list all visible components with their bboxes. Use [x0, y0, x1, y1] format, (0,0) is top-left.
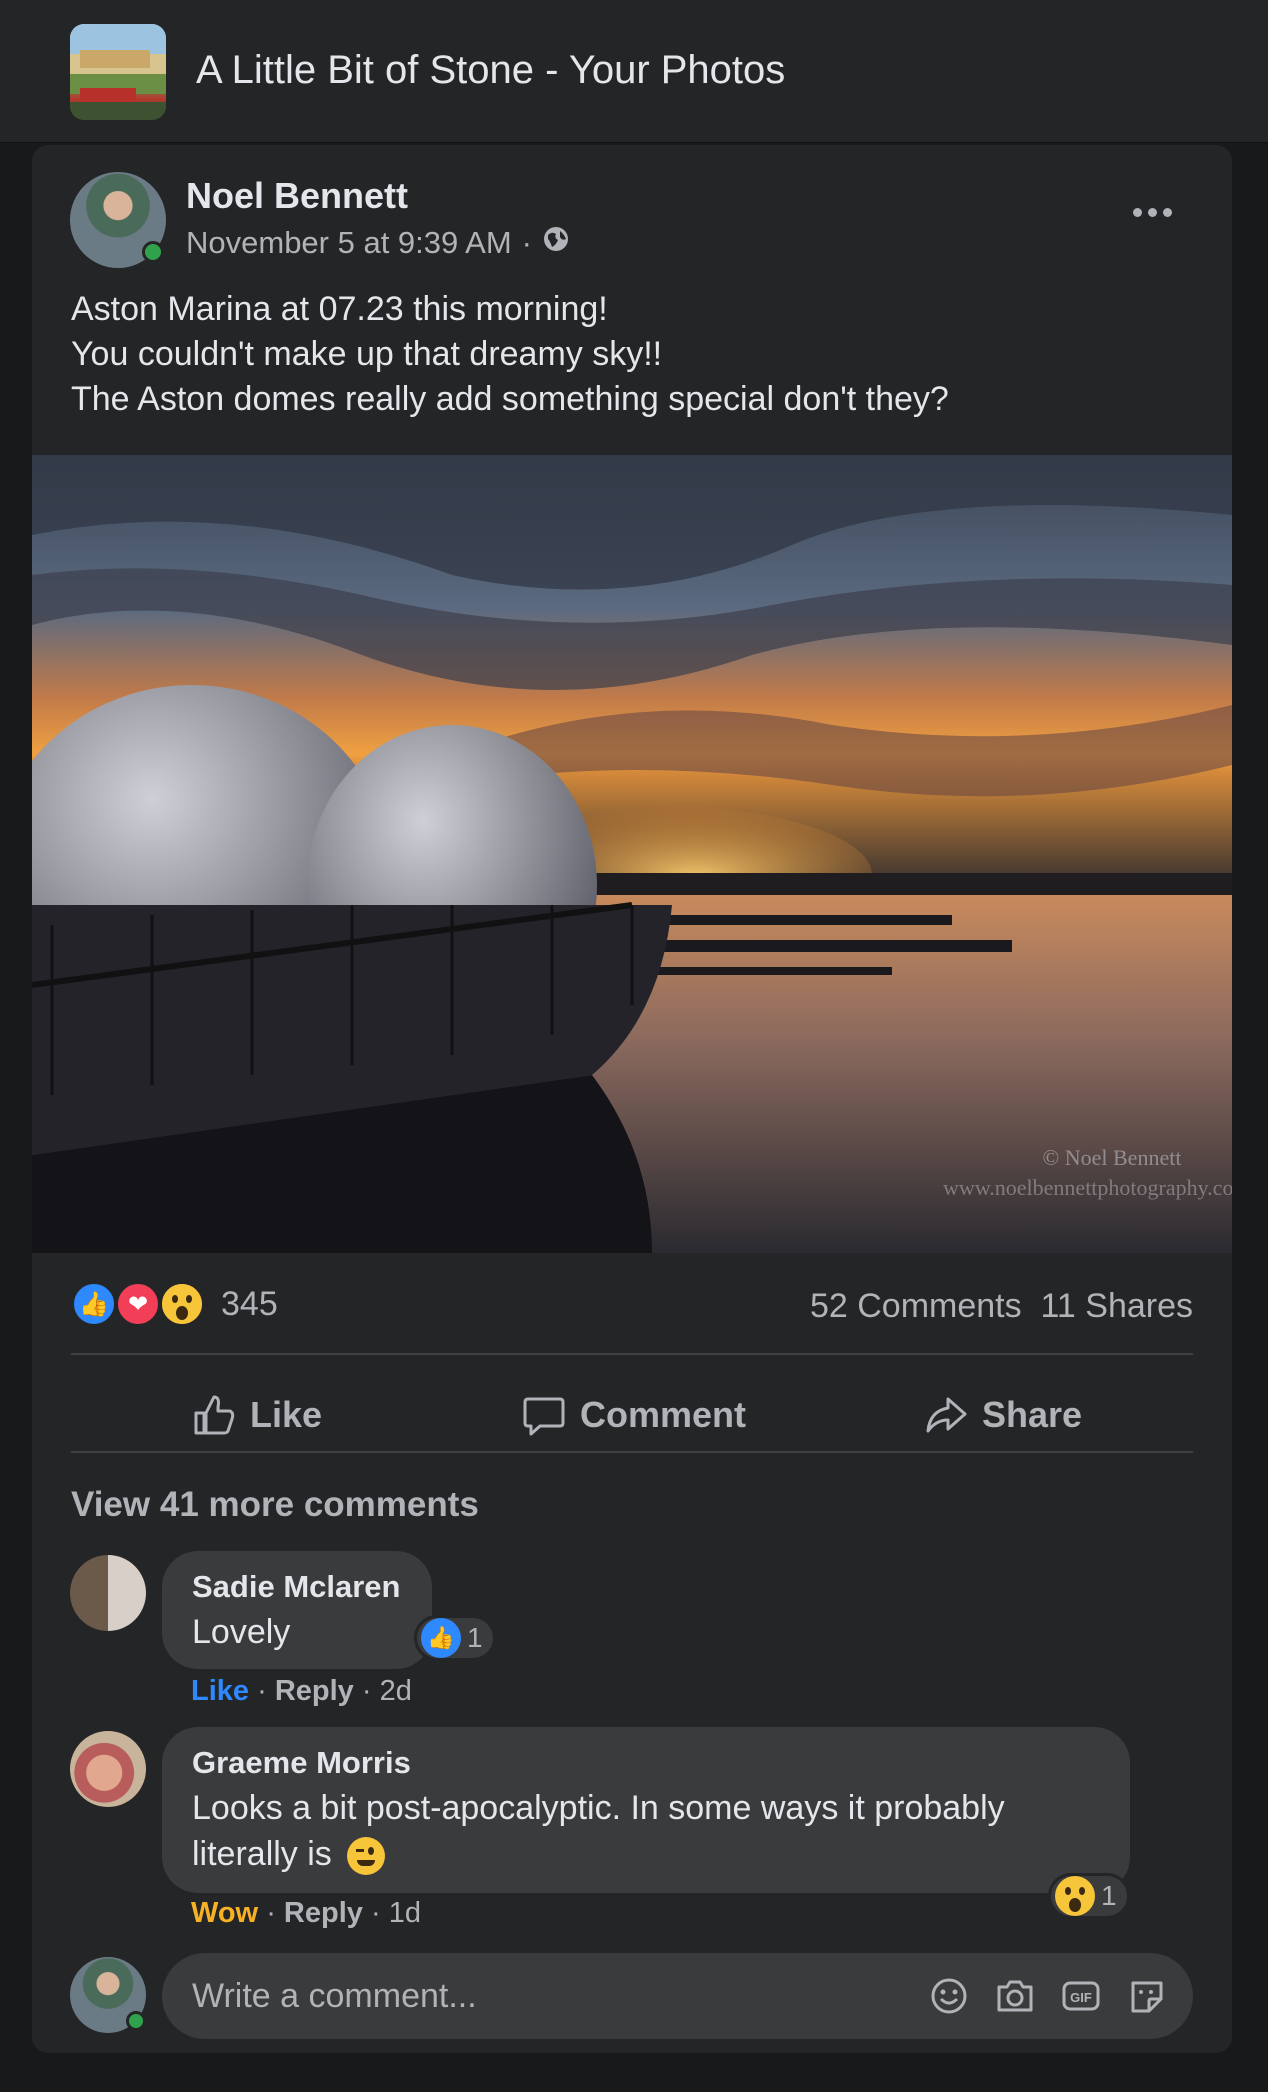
gif-icon: GIF	[1062, 1981, 1100, 2011]
like-reaction-icon: 👍	[71, 1281, 117, 1327]
comment-reaction-badge[interactable]: 👍 1	[414, 1615, 496, 1661]
comment-reaction-count: 1	[467, 1622, 483, 1653]
comment-wow-link[interactable]: Wow	[191, 1897, 258, 1929]
globe-icon	[542, 225, 570, 261]
commenter-avatar[interactable]	[70, 1731, 146, 1807]
group-title[interactable]: A Little Bit of Stone - Your Photos	[196, 48, 785, 93]
reactions-summary: 👍 ❤ 345 52 Comments 11 Shares	[71, 1275, 1193, 1335]
commenter-name[interactable]: Graeme Morris	[192, 1745, 411, 1781]
comment-text-line: literally is	[192, 1831, 1112, 1877]
camera-icon	[997, 1980, 1033, 2012]
group-header: A Little Bit of Stone - Your Photos	[0, 0, 1268, 143]
emoji-button[interactable]	[928, 1975, 970, 2017]
meta-separator: ·	[266, 1897, 276, 1929]
comment-composer: GIF	[162, 1953, 1193, 2039]
comment-reaction-count: 1	[1101, 1880, 1117, 1911]
comment-age: 1d	[388, 1897, 421, 1929]
reaction-count[interactable]: 345	[221, 1285, 278, 1324]
comment-label: Comment	[580, 1394, 747, 1435]
meta-separator: ·	[257, 1675, 267, 1707]
post-meta: November 5 at 9:39 AM ·	[186, 225, 570, 261]
post-text-line: You couldn't make up that dreamy sky!!	[71, 335, 663, 373]
comment-button[interactable]: Comment	[522, 1375, 746, 1455]
meta-separator: ·	[361, 1675, 372, 1707]
comments-shares-summary: 52 Comments 11 Shares	[810, 1287, 1193, 1326]
comment-text-fragment: literally is	[192, 1835, 332, 1873]
sticker-button[interactable]	[1126, 1975, 1168, 2017]
comment-input[interactable]	[162, 1953, 862, 2039]
comment-reply-link[interactable]: Reply	[275, 1675, 354, 1707]
divider	[71, 1451, 1193, 1453]
share-button[interactable]: Share	[924, 1375, 1082, 1455]
wink-emoji-icon	[347, 1837, 386, 1876]
comment-meta: Wow · Reply · 1d	[191, 1897, 421, 1930]
comment-age: 2d	[379, 1675, 412, 1707]
comment-meta: Like · Reply · 2d	[191, 1675, 412, 1708]
comment-text: Lovely	[192, 1613, 291, 1651]
gif-button[interactable]: GIF	[1060, 1975, 1102, 2017]
shares-count[interactable]: 11 Shares	[1041, 1287, 1193, 1325]
online-indicator	[142, 241, 164, 263]
post-photo[interactable]: © Noel Bennett www.noelbennettphotograph…	[32, 455, 1232, 1253]
comment-reaction-badge[interactable]: 1	[1048, 1873, 1130, 1919]
more-options-button[interactable]	[1122, 197, 1182, 227]
like-icon	[194, 1395, 235, 1435]
watermark-line-2: www.noelbennettphotography.co.uk	[943, 1175, 1232, 1200]
more-icon	[1132, 207, 1142, 217]
post-text: Aston Marina at 07.23 this morning! You …	[71, 287, 949, 422]
comment-bubble: Sadie Mclaren Lovely	[162, 1551, 432, 1669]
view-more-comments-link[interactable]: View 41 more comments	[71, 1485, 479, 1525]
share-icon	[926, 1397, 967, 1433]
comment-bubble: Graeme Morris Looks a bit post-apocalypt…	[162, 1727, 1130, 1893]
watermark-line-1: © Noel Bennett	[1043, 1145, 1182, 1170]
love-reaction-icon: ❤	[115, 1281, 161, 1327]
meta-separator: ·	[370, 1897, 381, 1929]
comments-count[interactable]: 52 Comments	[810, 1287, 1022, 1325]
comment-text: Looks a bit post-apocalyptic. In some wa…	[192, 1785, 1112, 1877]
sticker-icon	[1131, 1981, 1163, 2013]
author-name[interactable]: Noel Bennett	[186, 175, 408, 217]
wow-reaction-icon	[159, 1281, 205, 1327]
commenter-name[interactable]: Sadie Mclaren	[192, 1569, 400, 1605]
divider	[71, 1353, 1193, 1355]
online-indicator	[126, 2011, 146, 2031]
like-button[interactable]: Like	[192, 1375, 322, 1455]
comment-text-line: Looks a bit post-apocalyptic. In some wa…	[192, 1789, 1005, 1827]
photo-button[interactable]	[994, 1975, 1036, 2017]
comment-like-link[interactable]: Like	[191, 1675, 249, 1707]
svg-text:GIF: GIF	[1070, 1990, 1092, 2005]
smiley-icon	[931, 1978, 967, 2014]
reaction-icons[interactable]: 👍 ❤	[71, 1281, 211, 1329]
commenter-avatar[interactable]	[70, 1555, 146, 1631]
comment-icon	[523, 1397, 565, 1436]
wow-reaction-icon	[1055, 1876, 1095, 1916]
post-text-line: Aston Marina at 07.23 this morning!	[71, 290, 608, 328]
like-reaction-icon: 👍	[421, 1618, 461, 1658]
like-label: Like	[250, 1394, 323, 1435]
post-timestamp[interactable]: November 5 at 9:39 AM	[186, 225, 512, 261]
comment-reply-link[interactable]: Reply	[284, 1897, 363, 1929]
group-thumbnail[interactable]	[70, 24, 166, 120]
meta-separator: ·	[521, 225, 532, 260]
share-label: Share	[982, 1394, 1083, 1435]
post-card: Noel Bennett November 5 at 9:39 AM · Ast…	[32, 145, 1232, 2053]
post-text-line: The Aston domes really add something spe…	[71, 380, 949, 418]
